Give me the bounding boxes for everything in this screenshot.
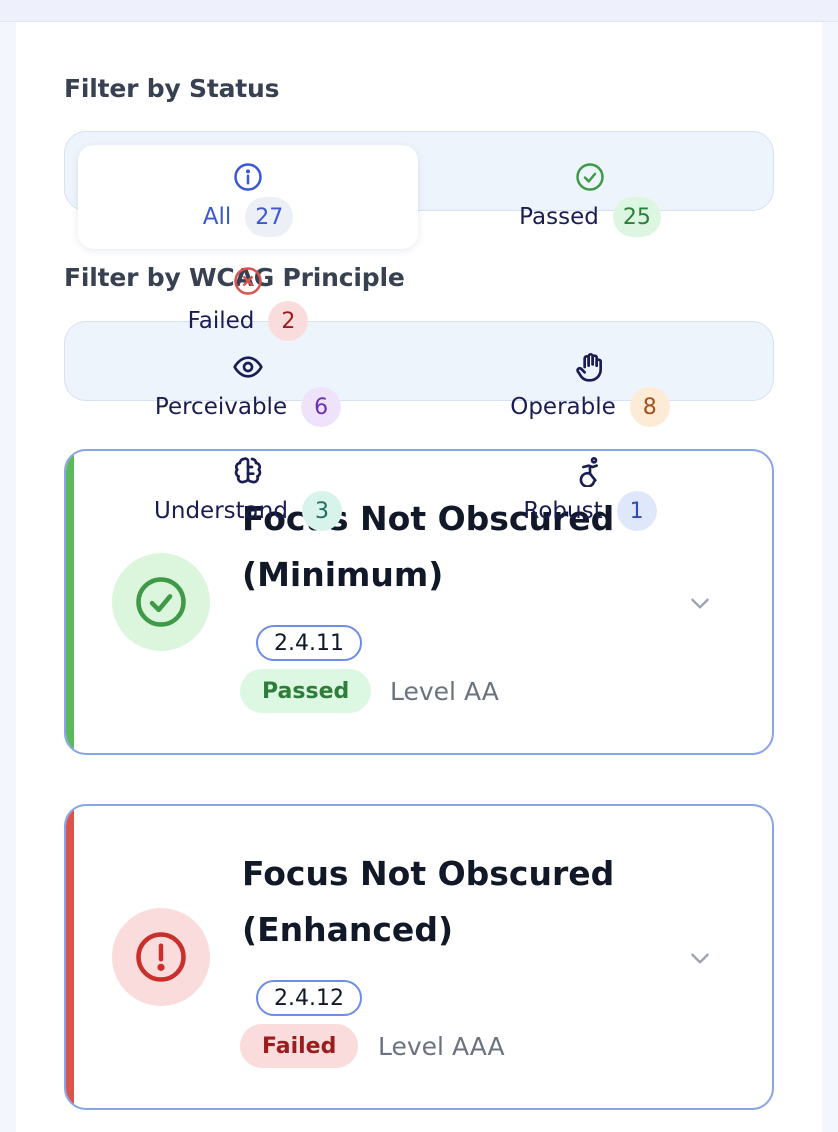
count-badge: 1 [616, 491, 657, 531]
hand-icon [574, 351, 606, 383]
count-badge: 27 [245, 197, 294, 237]
count-badge: 3 [301, 491, 342, 531]
principle-option-label: Perceivable [154, 394, 288, 420]
status-badge-passed: Passed [240, 669, 372, 713]
principle-option-operable[interactable]: Operable 8 [420, 335, 760, 439]
status-badge-failed: Failed [240, 1024, 359, 1068]
alert-circle-icon [136, 932, 186, 982]
brain-icon [232, 455, 264, 487]
count-badge: 6 [301, 387, 342, 427]
status-option-all[interactable]: All 27 [78, 145, 418, 249]
status-option-label: All [202, 204, 232, 230]
passed-status-icon-badge [112, 553, 210, 651]
info-icon [232, 161, 264, 193]
criterion-code-badge: 2.4.11 [256, 625, 362, 661]
x-circle-icon [232, 265, 264, 297]
conformance-level: Level AA [390, 676, 499, 706]
principle-option-label: Operable [510, 394, 616, 420]
criterion-title: Focus Not Obscured (Enhanced) [242, 854, 615, 949]
status-option-label: Failed [187, 308, 255, 334]
count-badge: 8 [629, 387, 670, 427]
status-option-label: Passed [519, 204, 599, 230]
status-option-passed[interactable]: Passed 25 [420, 145, 760, 249]
count-badge: 25 [612, 197, 661, 237]
status-accent-bar [66, 806, 74, 1108]
failed-status-icon-badge [112, 908, 210, 1006]
eye-icon [232, 351, 264, 383]
status-accent-bar [66, 451, 74, 753]
criterion-card-focus-not-obscured-enhanced[interactable]: Focus Not Obscured (Enhanced) 2.4.12 Fai… [64, 804, 774, 1110]
check-circle-icon [136, 577, 186, 627]
conformance-level: Level AAA [378, 1031, 505, 1061]
principle-option-robust[interactable]: Robust 1 [420, 439, 760, 543]
criterion-code-badge: 2.4.12 [256, 980, 362, 1016]
status-filter-heading: Filter by Status [64, 74, 280, 103]
top-header-band [0, 0, 838, 22]
principle-option-label: Understand [154, 498, 288, 524]
chevron-down-icon[interactable] [684, 942, 716, 974]
principle-option-understand[interactable]: Understand 3 [78, 439, 418, 543]
accessibility-icon [574, 455, 606, 487]
principle-option-perceivable[interactable]: Perceivable 6 [78, 335, 418, 439]
principle-option-label: Robust [523, 498, 603, 524]
chevron-down-icon[interactable] [684, 587, 716, 619]
check-circle-icon [574, 161, 606, 193]
